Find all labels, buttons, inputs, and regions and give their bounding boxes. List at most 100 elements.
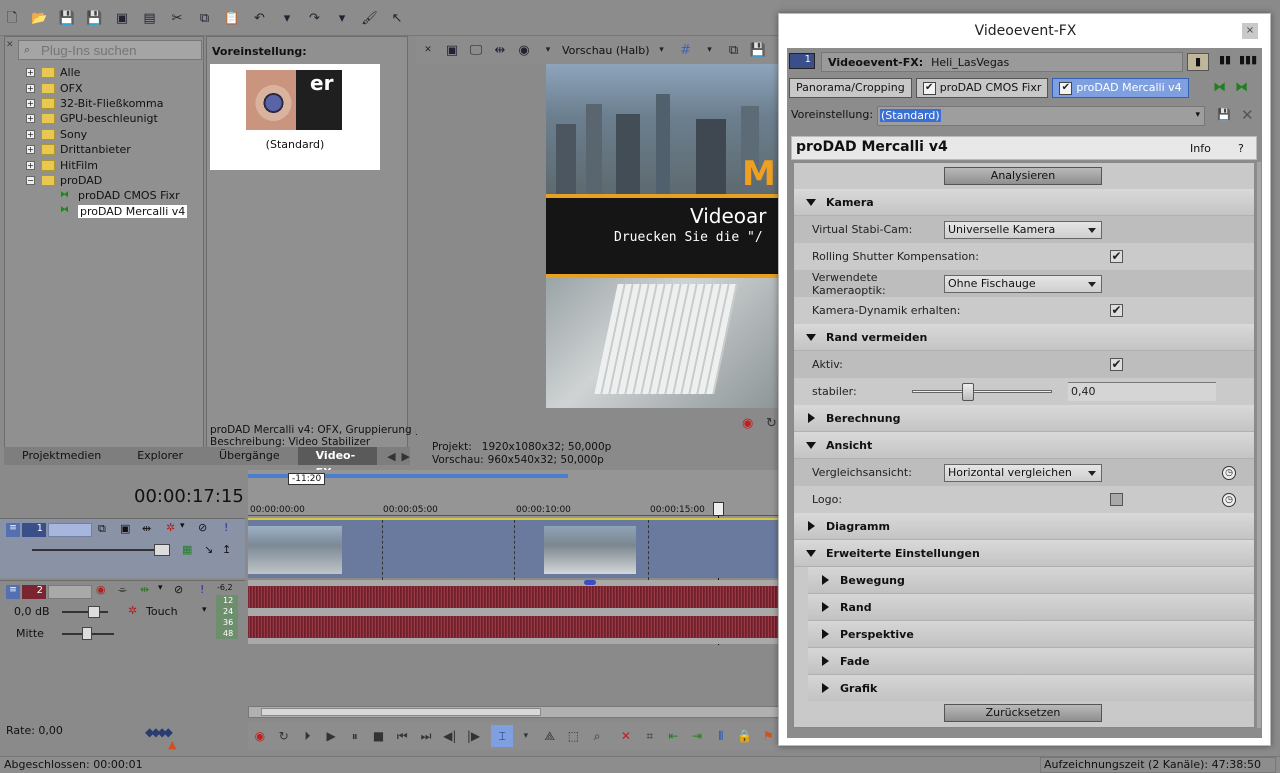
composite-mode-icon[interactable]: ⧉ — [98, 522, 106, 536]
properties-icon[interactable]: ▤ — [139, 7, 161, 29]
vertical-scrollbar[interactable] — [1257, 162, 1261, 728]
delete-preset-icon[interactable]: ✕ — [1241, 106, 1254, 124]
audio-track-lane[interactable] — [248, 580, 780, 644]
tab-scroll-left-icon[interactable]: ◀ — [387, 450, 395, 463]
checkbox-icon[interactable]: ✔ — [1059, 81, 1073, 95]
quality-dropdown-icon[interactable]: ▾ — [651, 39, 673, 61]
tree-item-cmos-fixr[interactable]: ⧓ proDAD CMOS Fixr — [26, 188, 201, 203]
section-erweiterte-einstellungen[interactable]: Erweiterte Einstellungen — [794, 540, 1254, 567]
play-from-start-icon[interactable]: ⏵ — [296, 725, 318, 747]
pan-slider-thumb[interactable] — [82, 627, 92, 640]
subsection-bewegung[interactable]: Bewegung — [808, 567, 1254, 594]
tab-video-fx[interactable]: Video-FX — [297, 447, 378, 479]
preset-thumbnail-card[interactable]: er (Standard) — [210, 64, 380, 170]
track-name-field[interactable] — [48, 585, 92, 599]
trim-end-icon[interactable]: ⇥ — [686, 725, 708, 747]
collapse-icon[interactable] — [806, 333, 816, 341]
volume-slider-thumb[interactable] — [88, 606, 100, 618]
edit-tool-dropdown-icon[interactable]: ▾ — [515, 725, 537, 747]
redo-dropdown-icon[interactable]: ▾ — [331, 7, 353, 29]
animate-clock-icon[interactable]: ◷ — [1222, 492, 1236, 507]
expand-keyframes-icon[interactable]: ↘ — [204, 543, 213, 556]
expand-icon[interactable]: + — [26, 68, 35, 78]
expand-icon[interactable]: + — [26, 129, 35, 139]
split-icon[interactable]: ⫴ — [710, 725, 732, 747]
help-button[interactable]: ? — [1238, 142, 1244, 155]
previous-frame-icon[interactable]: ◀| — [439, 725, 461, 747]
tree-item-gpu[interactable]: + GPU-beschleunigt — [26, 111, 201, 126]
stabiler-value-field[interactable]: 0,40 — [1068, 382, 1216, 401]
mute-icon[interactable]: ⊘ — [198, 521, 207, 534]
lock-icon[interactable]: 🔒 — [734, 725, 756, 747]
horizontal-scrollbar[interactable] — [248, 706, 780, 718]
preview-properties-icon[interactable]: ▣ — [441, 39, 463, 61]
video-event-thumb-2[interactable] — [544, 526, 636, 574]
open-folder-icon[interactable]: 📂 — [29, 7, 51, 29]
envelope-tool-icon[interactable]: ⟁ — [539, 725, 561, 747]
preview-quality-dropdown[interactable]: Vorschau (Halb) — [562, 44, 650, 57]
whats-this-icon[interactable]: ↖ — [386, 7, 408, 29]
split-screen-icon[interactable]: ⇹ — [489, 39, 511, 61]
external-monitor-icon[interactable]: 🖵 — [465, 39, 487, 61]
tab-scroll-right-icon[interactable]: ▶ — [402, 450, 410, 463]
tab-uebergaenge[interactable]: Übergänge — [201, 447, 298, 465]
automation-mode[interactable]: Touch — [146, 605, 178, 618]
expand-icon[interactable]: + — [26, 145, 35, 155]
overlay-icon[interactable]: ◉ — [513, 39, 535, 61]
trim-start-icon[interactable]: ⇤ — [662, 725, 684, 747]
aktiv-checkbox[interactable]: ✔ — [1110, 358, 1123, 371]
copy-snapshot-icon[interactable]: ⧉ — [723, 39, 745, 61]
subsection-perspektive[interactable]: Perspektive — [808, 621, 1254, 648]
parent-icon[interactable]: ▣ — [120, 522, 130, 535]
delete-icon[interactable]: ✕ — [615, 725, 637, 747]
subsection-fade[interactable]: Fade — [808, 648, 1254, 675]
expand-icon[interactable] — [822, 629, 829, 639]
record-icon[interactable]: ◉ — [742, 416, 753, 431]
track-collapse-icon[interactable]: ≡ — [6, 585, 20, 599]
view-single-icon[interactable]: ▮ — [1187, 53, 1209, 71]
brush-icon[interactable]: 🖌 — [359, 7, 381, 29]
timeline-empty-area[interactable] — [248, 645, 780, 705]
pause-icon[interactable]: ⏸ — [344, 725, 366, 747]
cut-icon[interactable]: ✂ — [166, 7, 188, 29]
checkbox-icon[interactable]: ✔ — [922, 81, 936, 95]
grid-dropdown-icon[interactable]: ▾ — [699, 39, 721, 61]
close-panel-icon[interactable]: ✕ — [417, 39, 439, 61]
render-icon[interactable]: ▣ — [111, 7, 133, 29]
track-fx-dropdown-icon[interactable]: ▾ — [180, 521, 185, 531]
timeline-ruler[interactable]: -11:20 00:00:00:00 00:00:05:00 00:00:10:… — [248, 470, 780, 522]
record-icon[interactable]: ◉ — [249, 725, 271, 747]
view-triple-icon[interactable]: ▮▮▮ — [1239, 53, 1257, 66]
dropdown-arrow-icon[interactable]: ▾ — [1195, 110, 1200, 120]
grid-icon[interactable]: # — [675, 39, 697, 61]
zoom-tool-icon[interactable]: ⌕ — [586, 725, 608, 747]
level-slider-thumb[interactable] — [154, 544, 170, 556]
collapse-icon[interactable] — [806, 441, 816, 449]
chain-cmos-fixr[interactable]: ✔ proDAD CMOS Fixr — [915, 78, 1049, 98]
motion-icon[interactable]: ⇹ — [142, 522, 151, 535]
tree-item-hitfilm[interactable]: + HitFilm — [26, 157, 201, 172]
tree-item-prodad[interactable]: − proDAD — [26, 173, 201, 188]
copy-icon[interactable]: ⧉ — [194, 7, 216, 29]
track-motion-icon[interactable]: ▦ — [182, 543, 192, 556]
mute-icon[interactable]: ⊘ — [174, 583, 183, 596]
save-preset-icon[interactable]: 💾 — [1217, 108, 1231, 121]
go-to-start-icon[interactable]: ⏮ — [391, 725, 413, 747]
add-plugin-chain-icon[interactable]: ⧓ — [1213, 80, 1226, 95]
animate-clock-icon[interactable]: ◷ — [1222, 465, 1236, 480]
paste-icon[interactable]: 📋 — [221, 7, 243, 29]
tree-item-mercalli[interactable]: ⧓ proDAD Mercalli v4 — [26, 204, 201, 219]
next-frame-icon[interactable]: |▶ — [463, 725, 485, 747]
rate-slider-thumb[interactable]: ▲ — [168, 738, 176, 751]
stop-icon[interactable]: ■ — [368, 725, 390, 747]
tab-explorer[interactable]: Explorer — [119, 447, 201, 465]
solo-icon[interactable]: ! — [200, 583, 204, 596]
audio-fx-icon[interactable]: ⇹ — [140, 583, 149, 596]
normal-edit-tool-icon[interactable]: ⌶ — [491, 725, 514, 747]
kameraoptik-dropdown[interactable]: Ohne Fischauge — [944, 274, 1102, 293]
video-track-lane[interactable] — [248, 518, 780, 580]
tab-projektmedien[interactable]: Projektmedien — [4, 447, 119, 465]
save-snapshot-icon[interactable]: 💾 — [747, 39, 769, 61]
trim-icon[interactable]: ⌗ — [639, 725, 661, 747]
tree-item-32bit[interactable]: +32-Bit-Fließkomma — [26, 96, 201, 111]
